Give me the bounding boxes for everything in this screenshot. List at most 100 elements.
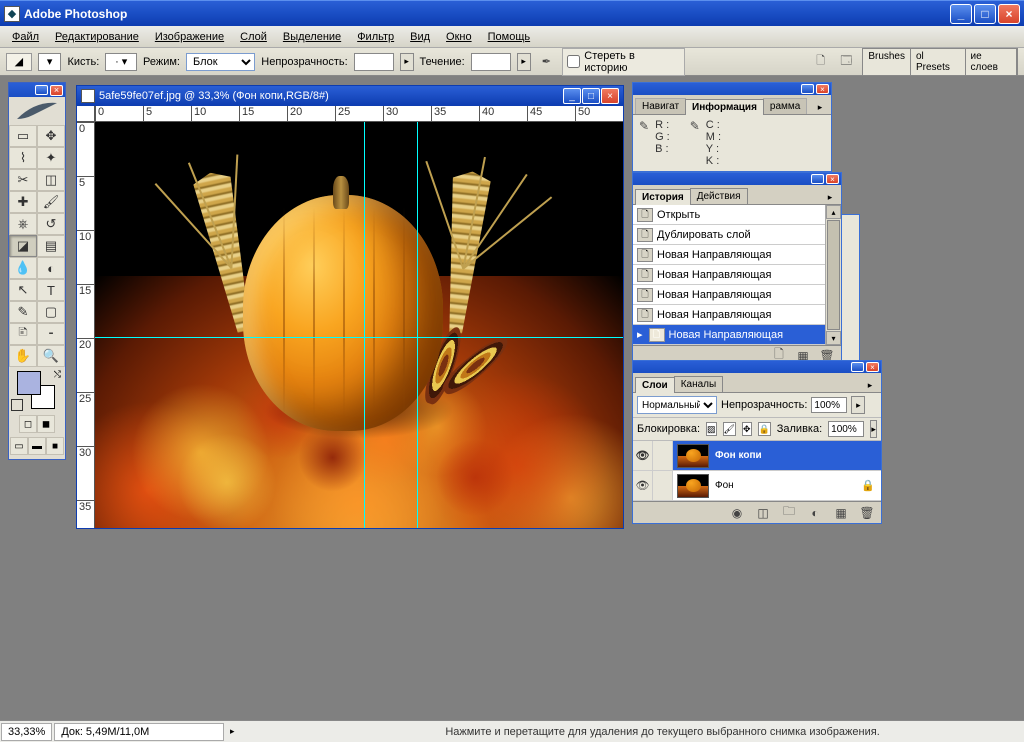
marquee-tool[interactable]: ▭ (9, 125, 37, 147)
eraser-tool[interactable]: ◪ (9, 235, 37, 257)
flow-input[interactable] (471, 53, 511, 71)
menu-view[interactable]: Вид (402, 29, 438, 45)
notes-tool[interactable]: 🗈 (9, 323, 37, 345)
opacity-arrow[interactable]: ▸ (400, 53, 414, 71)
move-tool[interactable]: ✥ (37, 125, 65, 147)
statusbar-menu-arrow[interactable]: ▸ (225, 725, 239, 739)
tab-layers[interactable]: Слои (635, 377, 675, 393)
dodge-tool[interactable]: ◐ (37, 257, 65, 279)
layer-row[interactable]: 👁 Фон 🔒 (633, 471, 881, 501)
screen-fullmenu[interactable]: ▬ (28, 437, 46, 455)
info-panel-menu[interactable]: ▸ (813, 100, 827, 114)
menu-filter[interactable]: Фильтр (349, 29, 402, 45)
quickmask-on[interactable]: ◼ (37, 415, 55, 433)
guide-horizontal[interactable] (95, 337, 623, 338)
layer-thumbnail[interactable] (677, 444, 709, 468)
canvas[interactable] (95, 122, 623, 528)
history-scrollbar[interactable]: ▴ ▾ (825, 205, 841, 345)
blur-tool[interactable]: 💧 (9, 257, 37, 279)
mode-select[interactable]: Блок (186, 53, 255, 71)
crop-tool[interactable]: ✂ (9, 169, 37, 191)
info-panel-close[interactable]: × (816, 84, 829, 94)
erase-history-check[interactable] (567, 55, 580, 68)
tab-history[interactable]: История (635, 189, 691, 205)
palette-dock-icon[interactable]: 🗔 (837, 52, 857, 72)
hidden-panel-edge[interactable] (842, 214, 860, 364)
opacity-input[interactable] (354, 53, 394, 71)
layers-panel-menu[interactable]: ▸ (863, 378, 877, 392)
zoom-readout[interactable]: 33,33% (1, 723, 52, 741)
lock-transparency-icon[interactable]: ▨ (706, 422, 717, 436)
wand-tool[interactable]: ✦ (37, 147, 65, 169)
window-maximize-button[interactable]: □ (974, 4, 996, 24)
new-set-icon[interactable]: 🗀 (781, 506, 797, 520)
menu-file[interactable]: Файл (4, 29, 47, 45)
eyedropper-tool[interactable]: ⁃ (37, 323, 65, 345)
menu-help[interactable]: Помощь (480, 29, 539, 45)
tab-navigator[interactable]: Навигат (635, 98, 686, 114)
ruler-horizontal[interactable]: 05101520253035404550 (95, 106, 623, 122)
lock-paint-icon[interactable]: 🖌 (723, 422, 736, 436)
layer-name[interactable]: Фон копи (713, 450, 881, 461)
lock-all-icon[interactable]: 🔒 (758, 422, 771, 436)
layers-panel-close[interactable]: × (866, 362, 879, 372)
layer-opacity-arrow[interactable]: ▸ (851, 396, 865, 414)
menu-window[interactable]: Окно (438, 29, 480, 45)
layer-visibility-icon[interactable]: 👁 (633, 471, 653, 500)
history-item[interactable]: 🗋Новая Направляющая (633, 285, 825, 305)
history-item[interactable]: 🗋Новая Направляющая (633, 245, 825, 265)
history-item[interactable]: ▸🗋Новая Направляющая (633, 325, 825, 345)
history-item[interactable]: 🗋Открыть (633, 205, 825, 225)
layer-visibility-icon[interactable]: 👁 (633, 441, 653, 470)
doc-close-button[interactable]: × (601, 88, 619, 104)
default-colors-icon[interactable] (11, 399, 23, 411)
fill-arrow[interactable]: ▸ (870, 420, 877, 438)
screen-standard[interactable]: ▭ (10, 437, 28, 455)
window-close-button[interactable]: × (998, 4, 1020, 24)
menu-select[interactable]: Выделение (275, 29, 349, 45)
toolbox-minimize-button[interactable]: _ (35, 85, 48, 95)
scroll-down-button[interactable]: ▾ (826, 331, 841, 345)
layer-opacity-input[interactable] (811, 397, 847, 413)
fill-input[interactable] (828, 421, 864, 437)
tab-info[interactable]: Информация (685, 99, 764, 115)
well-tab-brushes[interactable]: Brushes (863, 49, 911, 75)
foreground-color[interactable] (17, 371, 41, 395)
airbrush-icon[interactable]: ✒ (537, 52, 557, 72)
tool-preset-dropdown[interactable]: ▾ (38, 53, 62, 71)
erase-to-history-checkbox[interactable]: Стереть в историю (562, 48, 684, 76)
flow-arrow[interactable]: ▸ (517, 53, 531, 71)
layer-link-cell[interactable] (653, 471, 673, 500)
blend-mode-select[interactable]: Нормальный (637, 396, 717, 414)
menu-layer[interactable]: Слой (232, 29, 275, 45)
history-item[interactable]: 🗋Новая Направляющая (633, 305, 825, 325)
path-tool[interactable]: ↖ (9, 279, 37, 301)
brush-picker[interactable]: · ▾ (105, 53, 137, 71)
docsize-readout[interactable]: Док: 5,49М/11,0М (54, 723, 224, 741)
tab-actions[interactable]: Действия (690, 188, 748, 204)
guide-vertical[interactable] (417, 122, 418, 528)
gradient-tool[interactable]: ▤ (37, 235, 65, 257)
new-layer-icon[interactable]: ▦ (833, 506, 849, 520)
heal-tool[interactable]: ✚ (9, 191, 37, 213)
hand-tool[interactable]: ✋ (9, 345, 37, 367)
info-panel-minimize[interactable]: _ (801, 84, 814, 94)
delete-layer-icon[interactable]: 🗑 (859, 506, 875, 520)
history-item[interactable]: 🗋Новая Направляющая (633, 265, 825, 285)
lasso-tool[interactable]: ⌇ (9, 147, 37, 169)
window-minimize-button[interactable]: _ (950, 4, 972, 24)
shape-tool[interactable]: ▢ (37, 301, 65, 323)
type-tool[interactable]: T (37, 279, 65, 301)
history-panel-menu[interactable]: ▸ (823, 190, 837, 204)
scroll-thumb[interactable] (827, 220, 840, 330)
stamp-tool[interactable]: ⎈ (9, 213, 37, 235)
doc-minimize-button[interactable]: _ (563, 88, 581, 104)
doc-maximize-button[interactable]: □ (582, 88, 600, 104)
slice-tool[interactable]: ◫ (37, 169, 65, 191)
quickmask-off[interactable]: ◻ (19, 415, 37, 433)
ruler-origin[interactable] (77, 106, 95, 122)
swap-colors-icon[interactable]: ⤭ (54, 369, 61, 380)
toolbox-close-button[interactable]: × (50, 85, 63, 96)
brush-tool[interactable]: 🖌 (37, 191, 65, 213)
menu-image[interactable]: Изображение (147, 29, 232, 45)
